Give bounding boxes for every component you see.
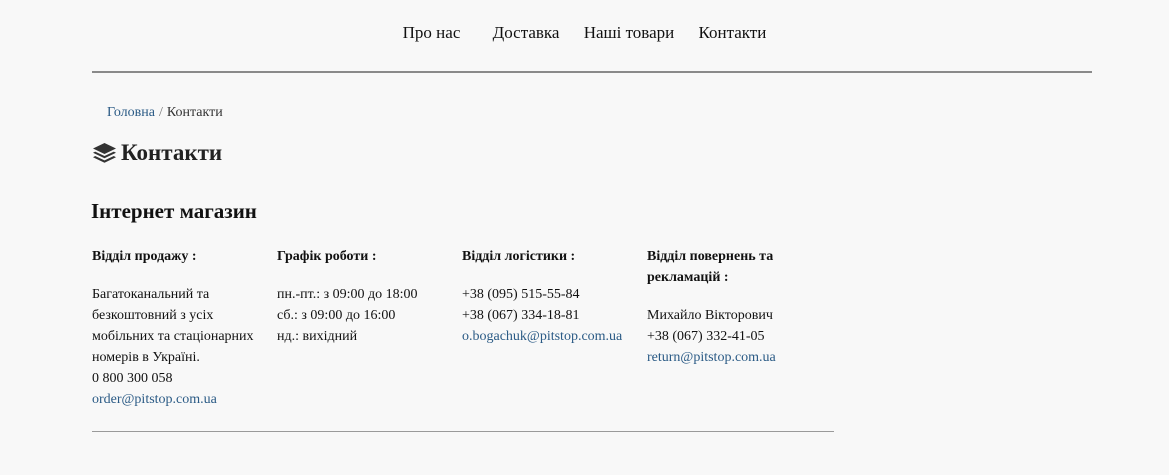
sales-email-link[interactable]: order@pitstop.com.ua [92,392,217,407]
section-title: Інтернет магазин [91,199,257,223]
sales-line: мобільних та стаціонарних [92,329,254,344]
returns-heading-line1: Відділ повернень та [647,249,774,264]
breadcrumb: Головна / Контакти [107,104,223,122]
sales-heading: Відділ продажу : [92,249,197,264]
sales-column: Відділ продажу : Багатоканальний та безк… [92,246,267,410]
page-title-text: Контакти [121,140,223,165]
schedule-line: нд.: вихідний [277,329,358,344]
nav-item-products[interactable]: Наші товари [584,21,675,45]
layers-icon [93,143,116,163]
breadcrumb-current: Контакти [166,105,223,120]
schedule-column: Графік роботи : пн.-пт.: з 09:00 до 18:0… [277,246,452,347]
returns-contact-name: Михайло Вікторович [647,308,773,323]
page-title: Контакти [92,140,222,166]
returns-column: Відділ повернень та рекламацій : Михайло … [647,246,822,368]
sales-line: номерів в Україні. [92,350,200,365]
returns-heading-line2: рекламацій : [647,270,729,285]
schedule-heading: Графік роботи : [277,249,377,264]
returns-heading: Відділ повернень та рекламацій : [647,246,822,288]
sales-line: безкоштовний з усіх [92,308,214,323]
returns-phone: +38 (067) 332-41-05 [647,329,765,344]
nav-item-delivery[interactable]: Доставка [493,21,560,45]
logistics-heading: Відділ логістики : [462,249,576,264]
nav-item-contacts[interactable]: Контакти [699,21,767,45]
logistics-phone: +38 (095) 515-55-84 [462,287,580,302]
contacts-page: Про нас Доставка Наші товари Контакти Го… [0,0,1169,475]
nav-item-about[interactable]: Про нас [403,21,461,45]
returns-email-link[interactable]: return@pitstop.com.ua [647,350,776,365]
logistics-phone: +38 (067) 334-18-81 [462,308,580,323]
breadcrumb-separator: / [158,105,163,120]
sales-line: Багатоканальний та [92,287,210,302]
bottom-divider [92,431,834,432]
logistics-email-link[interactable]: o.bogachuk@pitstop.com.ua [462,329,622,344]
nav-divider [92,71,1092,73]
schedule-line: сб.: з 09:00 до 16:00 [277,308,396,323]
sales-phone: 0 800 300 058 [92,371,173,386]
top-nav: Про нас Доставка Наші товари Контакти [0,21,1169,45]
schedule-line: пн.-пт.: з 09:00 до 18:00 [277,287,418,302]
breadcrumb-home-link[interactable]: Головна [107,105,155,120]
logistics-column: Відділ логістики : +38 (095) 515-55-84 +… [462,246,637,347]
